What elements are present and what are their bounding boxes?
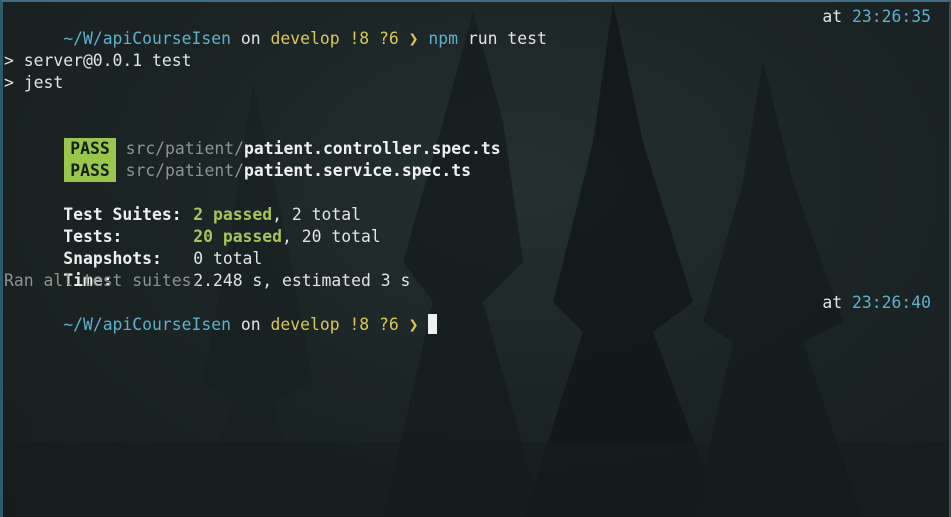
git-status: !8 ?6 <box>349 315 399 334</box>
test-result-row: PASS src/patient/patient.service.spec.ts <box>4 138 931 182</box>
ran-all-line: Ran all test suites. <box>4 271 202 290</box>
npm-script-line: > server@0.0.1 test <box>4 51 192 70</box>
npm-jest-line: > jest <box>4 73 64 92</box>
prompt-arrow: ❯ <box>408 315 419 334</box>
prompt-line-1: ~/W/apiCourseIsen on develop !8 ?6 ❯ npm… <box>4 6 931 48</box>
summary-tests: Tests: 20 passed, 20 total <box>4 204 931 246</box>
terminal-window[interactable]: ~/W/apiCourseIsen on develop !8 ?6 ❯ npm… <box>0 0 951 517</box>
git-branch: develop <box>270 315 340 334</box>
prompt-line-2[interactable]: ~/W/apiCourseIsen on develop !8 ?6 ❯ at … <box>4 292 931 334</box>
text-cursor[interactable] <box>428 314 438 334</box>
prompt-time-1: at 23:26:35 <box>822 7 931 26</box>
prompt-path: ~/W/apiCourseIsen <box>63 315 231 334</box>
test-result-row: PASS src/patient/patient.controller.spec… <box>4 116 931 160</box>
summary-suites: Test Suites: 2 passed, 2 total <box>4 182 931 224</box>
prompt-on: on <box>240 315 261 334</box>
prompt-time-2: at 23:26:40 <box>822 293 931 312</box>
summary-snapshots: Snapshots: 0 total <box>4 226 931 268</box>
summary-time: Time: 2.248 s, estimated 3 s <box>4 248 931 290</box>
